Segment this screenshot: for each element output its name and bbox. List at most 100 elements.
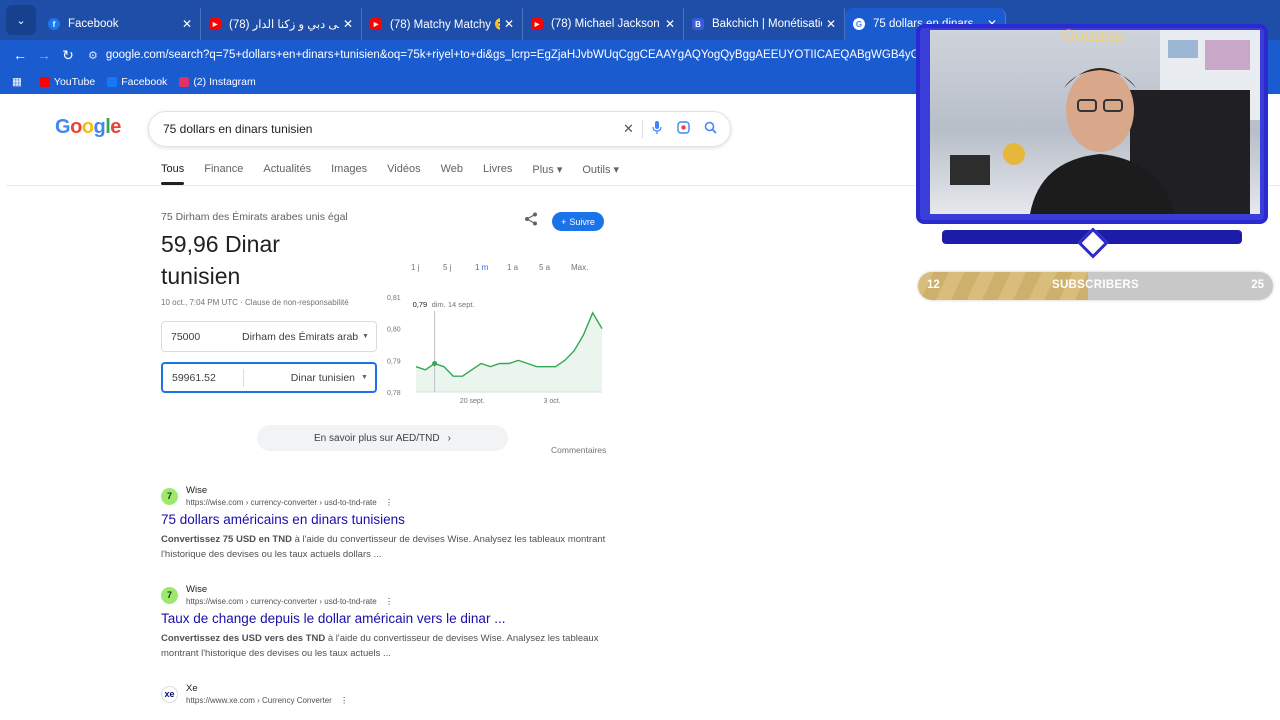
- search-input[interactable]: 75 dollars en dinars tunisien ✕: [148, 111, 731, 147]
- follow-button[interactable]: + Suivre: [552, 212, 604, 231]
- tab-search-chevron-icon[interactable]: ⌄: [6, 5, 36, 35]
- dropdown-arrow-icon[interactable]: ▼: [361, 374, 375, 381]
- close-tab-icon[interactable]: ✕: [500, 17, 514, 31]
- site-info-icon[interactable]: ⚙: [88, 49, 98, 62]
- browser-tab[interactable]: B Bakchich | Monétisation pour le✕: [684, 8, 845, 40]
- snippet-bold: Convertissez 75 USD en TND: [161, 534, 292, 545]
- webcam-overlay: Gomma: [912, 18, 1274, 259]
- microphone-icon[interactable]: [643, 121, 670, 137]
- search-icon[interactable]: [697, 121, 724, 137]
- chart-area-fill: [416, 312, 602, 392]
- conversion-subtitle: 75 Dirham des Émirats arabes unis égal: [161, 211, 348, 223]
- to-currency-select[interactable]: Dinar tunisien: [244, 372, 361, 384]
- result-header[interactable]: 7 Wise https://wise.com › currency-convert…: [161, 584, 621, 606]
- facebook-icon: f: [48, 18, 60, 30]
- to-amount-field[interactable]: 59961.52 Dinar tunisien ▼: [161, 362, 377, 393]
- youtube-icon: ▶: [531, 18, 543, 30]
- browser-tab[interactable]: ▶ (78) العودة إلى دبي و زكنا الدار✕: [201, 8, 362, 40]
- close-tab-icon[interactable]: ✕: [178, 17, 192, 31]
- tab-title: (78) Matchy Matchy 😊 Ep 62: [390, 19, 500, 31]
- learn-more-label: En savoir plus sur AED/TND: [314, 432, 440, 444]
- result-url: https://wise.com › currency-converter › …: [186, 597, 393, 606]
- from-currency-select[interactable]: Dirham des Émirats arab: [242, 331, 362, 343]
- result-title-link[interactable]: Taux de change depuis le dollar américai…: [161, 611, 621, 626]
- snippet-bold: Convertissez des USD vers des TND: [161, 633, 326, 644]
- from-amount-field[interactable]: 75000 Dirham des Émirats arab ▼: [161, 321, 377, 352]
- bookmark-item[interactable]: YouTube: [39, 76, 95, 88]
- search-tab[interactable]: Vidéos: [387, 163, 420, 185]
- result-header[interactable]: xe Xe https://www.xe.com › Currency Conver…: [161, 683, 621, 705]
- close-tab-icon[interactable]: ✕: [339, 17, 353, 31]
- more-options-icon[interactable]: ⋮: [385, 498, 393, 507]
- search-tab[interactable]: Actualités: [263, 163, 311, 185]
- range-option[interactable]: 5 a: [539, 263, 571, 272]
- dropdown-arrow-icon[interactable]: ▼: [362, 333, 376, 340]
- browser-tab[interactable]: ▶ (78) Matchy Matchy 😊 Ep 62✕: [362, 8, 523, 40]
- search-result: 7 Wise https://wise.com › currency-convert…: [161, 584, 621, 661]
- result-site: Wise: [186, 584, 208, 595]
- result-url-text: https://wise.com › currency-converter › …: [186, 498, 377, 507]
- screen: ⌄ f Facebook ✕ ▶ (78) العودة إلى دبي و زكنا …: [0, 0, 1280, 720]
- bookmark-item[interactable]: (2) Instagram: [179, 76, 256, 88]
- search-tab[interactable]: Plus ▾: [532, 163, 562, 185]
- y-tick-label: 0,81: [387, 295, 401, 302]
- range-option[interactable]: Max.: [571, 263, 603, 272]
- x-tick-label: 20 sept.: [460, 398, 485, 405]
- youtube-icon: ▶: [370, 18, 382, 30]
- result-header[interactable]: 7 Wise https://wise.com › currency-convert…: [161, 485, 621, 507]
- chevron-right-icon: ›: [447, 432, 451, 444]
- bookmark-item[interactable]: Facebook: [107, 76, 167, 88]
- search-tab[interactable]: Web: [441, 163, 463, 185]
- exchange-rate-chart[interactable]: 0,81 0,80 0,79 0,78 0,79 dim. 14 sept. 20 sept…: [384, 289, 606, 409]
- disclaimer-link[interactable]: Clause de non-responsabilité: [245, 298, 349, 307]
- google-logo[interactable]: Google: [55, 116, 121, 139]
- tab-title: Facebook: [68, 18, 119, 30]
- range-option[interactable]: 1 m: [475, 263, 507, 272]
- conversion-date: 10 oct., 7:04 PM UTC · Clause de non-res…: [161, 298, 349, 307]
- xe-icon: xe: [161, 685, 178, 703]
- search-result: xe Xe https://www.xe.com › Currency Conver…: [161, 683, 621, 705]
- forward-arrow-icon[interactable]: →: [32, 47, 56, 63]
- share-icon[interactable]: [524, 212, 538, 229]
- y-tick-label: 0,79: [387, 358, 401, 365]
- range-selector: 1 j5 j1 m1 a5 a Max.: [411, 263, 603, 272]
- lens-camera-icon[interactable]: [670, 121, 697, 137]
- browser-tab[interactable]: ▶ (78) Michael Jackson - They Do✕: [523, 8, 684, 40]
- to-value[interactable]: 59961.52: [163, 372, 243, 384]
- tab-title: (78) Michael Jackson - They Do: [551, 18, 661, 30]
- tab-title: Bakchich | Monétisation pour le: [712, 18, 822, 30]
- y-tick-label: 0,78: [387, 390, 401, 397]
- conversion-result: 59,96 Dinar tunisien: [161, 231, 280, 289]
- facebook-icon: [107, 77, 118, 87]
- range-option[interactable]: 1 a: [507, 263, 539, 272]
- subscriber-goal-bar: 12 SUBSCRIBERS 25: [918, 272, 1273, 300]
- range-option[interactable]: 5 j: [443, 263, 475, 272]
- search-tab[interactable]: Livres: [483, 163, 512, 185]
- youtube-icon: [39, 77, 50, 87]
- search-tab[interactable]: Tous: [161, 163, 185, 185]
- from-value[interactable]: 75000: [162, 331, 242, 343]
- browser-tab[interactable]: f Facebook ✕: [40, 8, 201, 40]
- apps-grid-icon[interactable]: ▦: [12, 76, 22, 88]
- plus-icon: +: [561, 216, 567, 227]
- tab-title: (78) العودة إلى دبي و زكنا الدار: [229, 19, 339, 31]
- close-tab-icon[interactable]: ✕: [661, 17, 675, 31]
- search-tab[interactable]: Outils ▾: [582, 163, 619, 185]
- wise-icon: 7: [161, 487, 178, 505]
- back-arrow-icon[interactable]: ←: [8, 47, 32, 63]
- range-option[interactable]: 1 j: [411, 263, 443, 272]
- search-query: 75 dollars en dinars tunisien: [163, 122, 313, 136]
- search-tabs: Tous Finance Actualités Images Vidéos Web Livr…: [161, 163, 619, 185]
- close-tab-icon[interactable]: ✕: [822, 17, 836, 31]
- comments-link[interactable]: Commentaires: [551, 445, 606, 455]
- search-tab[interactable]: Finance: [204, 163, 243, 185]
- result-url: https://www.xe.com › Currency Converter …: [186, 696, 348, 705]
- learn-more-button[interactable]: En savoir plus sur AED/TND ›: [257, 425, 508, 451]
- reload-icon[interactable]: ↻: [56, 47, 80, 64]
- more-options-icon[interactable]: ⋮: [385, 597, 393, 606]
- more-options-icon[interactable]: ⋮: [340, 696, 348, 705]
- result-snippet: Convertissez 75 USD en TND à l'aide du c…: [161, 532, 621, 562]
- search-tab[interactable]: Images: [331, 163, 367, 185]
- result-title-link[interactable]: 75 dollars américains en dinars tunisien…: [161, 512, 621, 527]
- clear-icon[interactable]: ✕: [615, 121, 642, 137]
